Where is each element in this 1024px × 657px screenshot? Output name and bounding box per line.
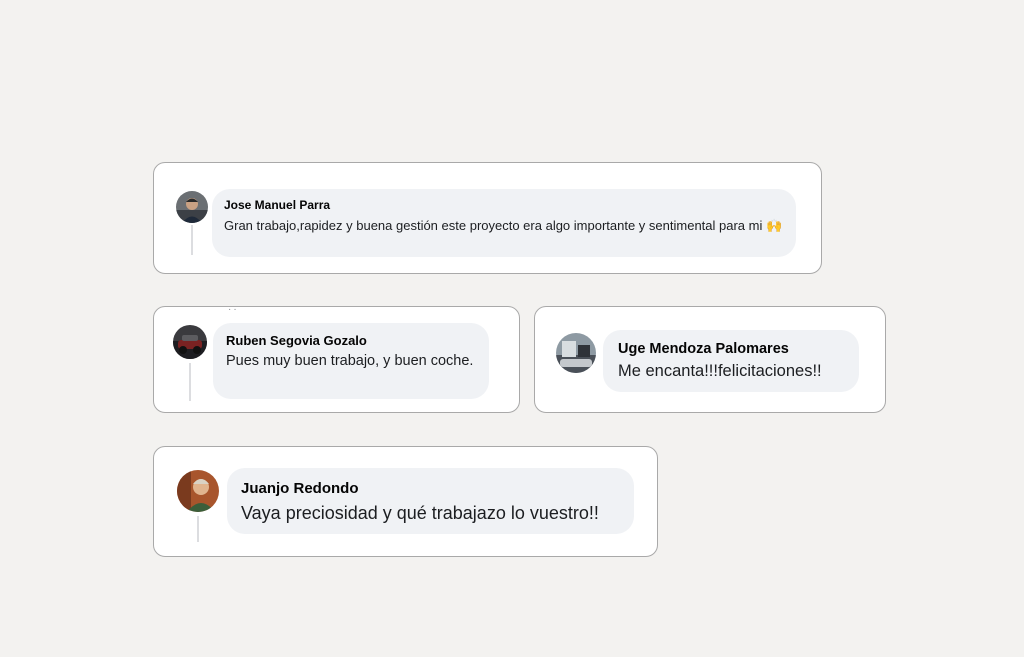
comment-text: Me encanta!!!felicitaciones!!: [618, 362, 822, 380]
comment-card-uge-mendoza-palomares: Uge Mendoza Palomares Me encanta!!!felic…: [534, 306, 886, 413]
comment-author[interactable]: Jose Manuel Parra: [224, 198, 784, 212]
avatar[interactable]: [173, 325, 207, 359]
comment-card-jose-manuel-parra: Jose Manuel Parra Gran trabajo,rapidez y…: [153, 162, 822, 274]
comment-bubble: Ruben Segovia Gozalo Pues muy buen traba…: [213, 323, 489, 399]
comment-card-juanjo-redondo: Juanjo Redondo Vaya preciosidad y qué tr…: [153, 446, 658, 557]
more-dots-icon: ··: [228, 304, 239, 315]
thread-line: [197, 516, 199, 542]
avatar[interactable]: [556, 333, 596, 373]
comment-bubble: Juanjo Redondo Vaya preciosidad y qué tr…: [227, 468, 634, 534]
avatar[interactable]: [176, 191, 208, 223]
avatar[interactable]: [177, 470, 219, 512]
comment-text: Gran trabajo,rapidez y buena gestión est…: [224, 218, 783, 233]
comment-text: Pues muy buen trabajo, y buen coche.: [226, 353, 474, 369]
thread-line: [189, 363, 191, 401]
comment-author[interactable]: Uge Mendoza Palomares: [618, 341, 844, 357]
comment-card-ruben-segovia-gozalo: ·· Ruben Segovia Gozalo Pues muy buen tr…: [153, 304, 520, 413]
comment-text: Vaya preciosidad y qué trabajazo lo vues…: [241, 503, 599, 523]
comment-bubble: Uge Mendoza Palomares Me encanta!!!felic…: [603, 330, 859, 392]
comment-bubble: Jose Manuel Parra Gran trabajo,rapidez y…: [212, 189, 796, 257]
thread-line: [191, 225, 193, 255]
comment-author[interactable]: Ruben Segovia Gozalo: [226, 333, 476, 348]
comment-author[interactable]: Juanjo Redondo: [241, 480, 620, 497]
